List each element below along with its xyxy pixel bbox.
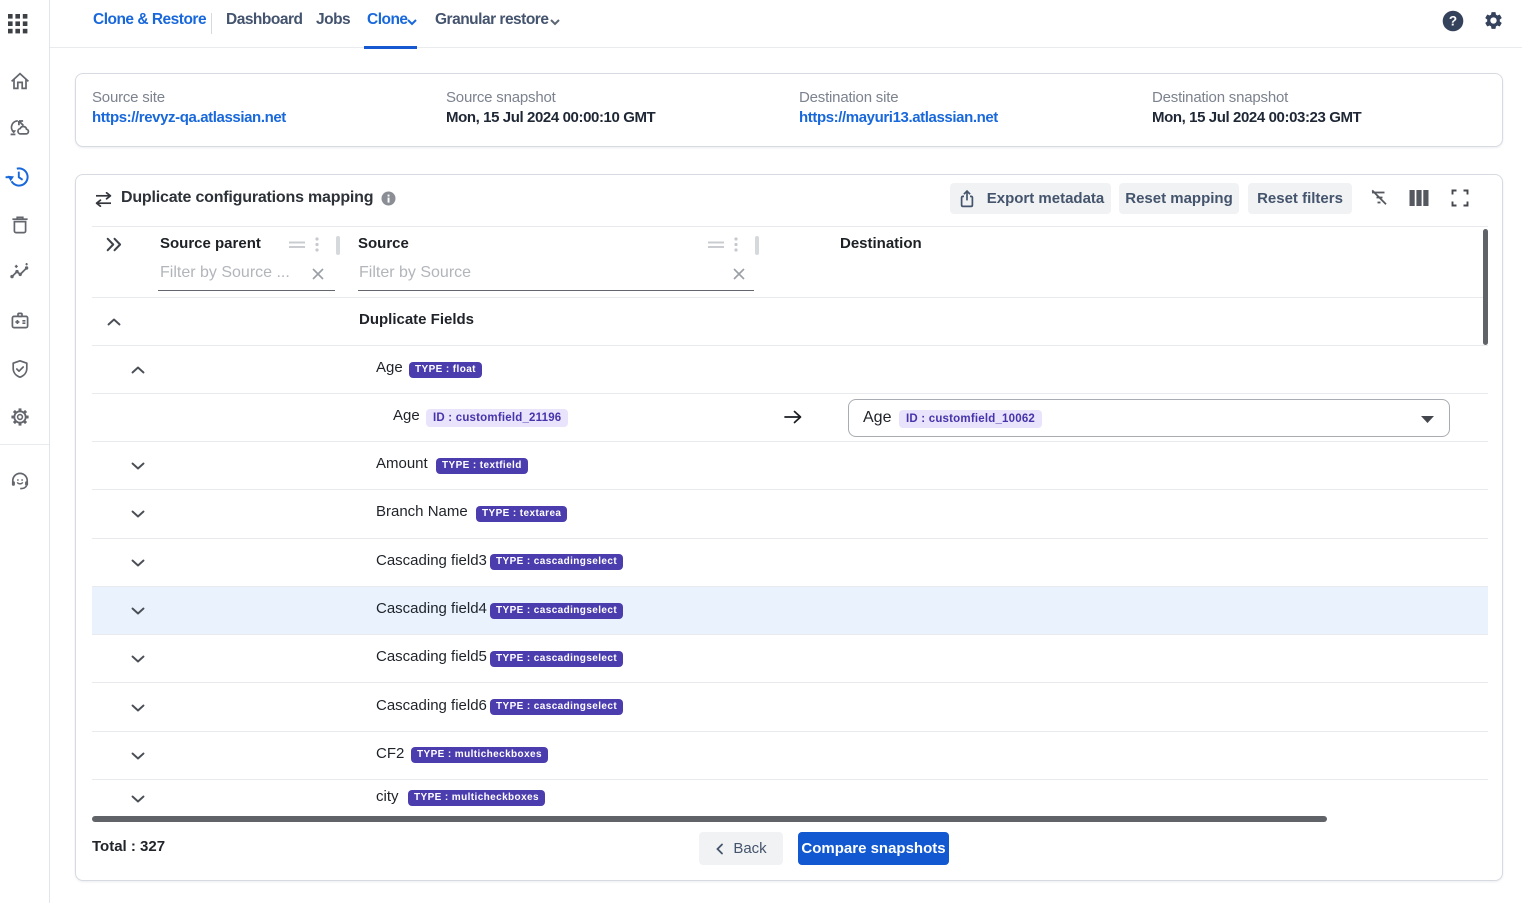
svg-text:?: ? bbox=[1449, 14, 1457, 29]
